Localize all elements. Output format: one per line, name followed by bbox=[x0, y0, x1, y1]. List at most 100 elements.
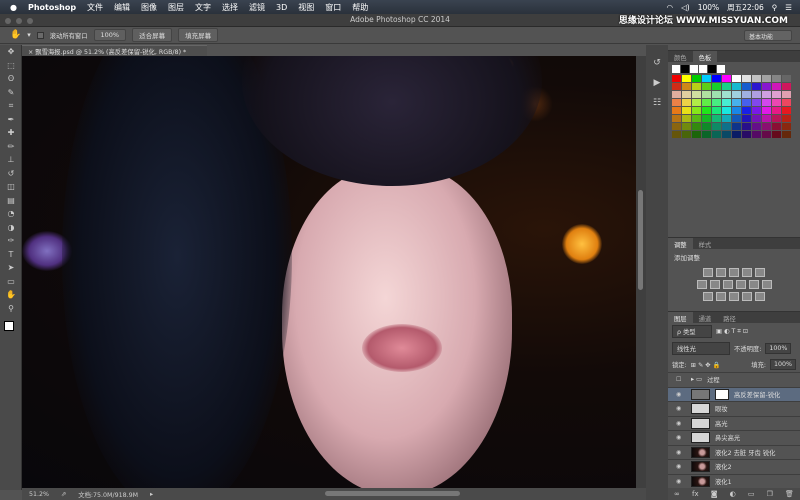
swatch[interactable] bbox=[782, 131, 791, 138]
tab-layers[interactable]: 图层 bbox=[668, 312, 693, 323]
layer-row[interactable]: ◉ 液化2 去脏 牙齿 锐化 bbox=[668, 444, 800, 460]
swatch[interactable] bbox=[702, 75, 711, 82]
swatch[interactable] bbox=[762, 99, 771, 106]
swatch[interactable] bbox=[782, 99, 791, 106]
swatch[interactable] bbox=[772, 115, 781, 122]
menu-layer[interactable]: 图层 bbox=[168, 2, 184, 13]
layer-row[interactable]: ◉ 液化1 bbox=[668, 473, 800, 489]
recent-swatch[interactable] bbox=[717, 65, 725, 73]
move-tool-icon[interactable]: ✥ bbox=[0, 45, 22, 59]
swatch[interactable] bbox=[672, 115, 681, 122]
swatch[interactable] bbox=[722, 123, 731, 130]
menu-filter[interactable]: 滤镜 bbox=[249, 2, 265, 13]
swatch[interactable] bbox=[752, 75, 761, 82]
swatch[interactable] bbox=[712, 115, 721, 122]
swatch[interactable] bbox=[712, 131, 721, 138]
history-brush-tool-icon[interactable]: ↺ bbox=[0, 167, 22, 181]
swatch[interactable] bbox=[772, 75, 781, 82]
swatch-grid[interactable] bbox=[668, 73, 800, 140]
swatch[interactable] bbox=[752, 131, 761, 138]
swatch[interactable] bbox=[722, 83, 731, 90]
visibility-eye-icon[interactable]: ☐ bbox=[676, 376, 686, 383]
swatch[interactable] bbox=[722, 107, 731, 114]
adjustment-icons-row2[interactable] bbox=[668, 280, 800, 289]
swatch[interactable] bbox=[712, 107, 721, 114]
visibility-eye-icon[interactable]: ◉ bbox=[676, 449, 686, 456]
swatch[interactable] bbox=[772, 83, 781, 90]
swatch[interactable] bbox=[772, 107, 781, 114]
lasso-tool-icon[interactable]: ʘ bbox=[0, 72, 22, 86]
menu-edit[interactable]: 编辑 bbox=[114, 2, 130, 13]
tab-channels[interactable]: 通道 bbox=[693, 312, 718, 323]
fx-icon[interactable]: fx bbox=[692, 490, 699, 498]
gradient-tool-icon[interactable]: ▤ bbox=[0, 194, 22, 208]
swatch[interactable] bbox=[672, 83, 681, 90]
swatch[interactable] bbox=[722, 115, 731, 122]
foreground-color-swatch[interactable] bbox=[4, 321, 14, 331]
swatch[interactable] bbox=[692, 107, 701, 114]
swatch[interactable] bbox=[722, 99, 731, 106]
zoom-tool-icon[interactable]: ⚲ bbox=[0, 302, 22, 316]
swatch[interactable] bbox=[732, 91, 741, 98]
swatch[interactable] bbox=[762, 123, 771, 130]
visibility-eye-icon[interactable]: ◉ bbox=[676, 420, 686, 427]
swatch[interactable] bbox=[702, 131, 711, 138]
blur-tool-icon[interactable]: ◔ bbox=[0, 207, 22, 221]
shape-tool-icon[interactable]: ▭ bbox=[0, 275, 22, 289]
folder-icon[interactable]: ▭ bbox=[748, 490, 755, 498]
zoom-level[interactable]: 51.2% bbox=[29, 491, 49, 498]
swatch[interactable] bbox=[772, 99, 781, 106]
recent-swatch[interactable] bbox=[690, 65, 698, 73]
new-layer-icon[interactable]: ❐ bbox=[767, 490, 773, 498]
hand-tool-icon[interactable]: ✋ bbox=[0, 288, 22, 302]
document-tab[interactable]: × 飘雪海报.psd @ 51.2% (高反差保留-锐化, RGB/8) * bbox=[22, 45, 207, 56]
adjustment-icons-row3[interactable] bbox=[668, 292, 800, 301]
tab-adjustments[interactable]: 调整 bbox=[668, 238, 693, 249]
wifi-icon[interactable]: ◠ bbox=[666, 3, 673, 12]
menu-3d[interactable]: 3D bbox=[276, 3, 287, 12]
swatch[interactable] bbox=[672, 131, 681, 138]
zoom-100-button[interactable]: 100% bbox=[93, 29, 127, 41]
swatch[interactable] bbox=[742, 83, 751, 90]
swatch[interactable] bbox=[742, 91, 751, 98]
recent-swatch[interactable] bbox=[699, 65, 707, 73]
swatch[interactable] bbox=[692, 115, 701, 122]
swatch[interactable] bbox=[672, 91, 681, 98]
swatch[interactable] bbox=[762, 115, 771, 122]
swatch[interactable] bbox=[712, 83, 721, 90]
swatch[interactable] bbox=[692, 131, 701, 138]
layer-row[interactable]: ◉ 高反差保留-锐化 bbox=[668, 386, 800, 401]
swatch[interactable] bbox=[682, 123, 691, 130]
layer-row[interactable]: ◉ 液化2 bbox=[668, 459, 800, 474]
trash-icon[interactable]: 🗑 bbox=[785, 490, 794, 498]
swatch[interactable] bbox=[692, 99, 701, 106]
tab-styles[interactable]: 样式 bbox=[693, 238, 718, 249]
swatch[interactable] bbox=[692, 123, 701, 130]
swatch[interactable] bbox=[682, 107, 691, 114]
adjustment-icons-row1[interactable] bbox=[668, 268, 800, 277]
menu-file[interactable]: 文件 bbox=[87, 2, 103, 13]
swatch[interactable] bbox=[782, 91, 791, 98]
recent-swatch[interactable] bbox=[672, 65, 680, 73]
menu-select[interactable]: 选择 bbox=[222, 2, 238, 13]
layer-row[interactable]: ◉ 高光 bbox=[668, 415, 800, 431]
swatch[interactable] bbox=[682, 99, 691, 106]
path-select-tool-icon[interactable]: ➤ bbox=[0, 261, 22, 275]
vertical-scroll-thumb[interactable] bbox=[638, 190, 643, 290]
fit-screen-button[interactable]: 适合屏幕 bbox=[132, 28, 173, 42]
swatch[interactable] bbox=[762, 91, 771, 98]
dodge-tool-icon[interactable]: ◑ bbox=[0, 221, 22, 235]
swatch[interactable] bbox=[692, 91, 701, 98]
layer-row[interactable]: ◉ 眼妆 bbox=[668, 401, 800, 416]
folder-icon[interactable]: ▸ ▭ bbox=[691, 376, 702, 383]
menu-type[interactable]: 文字 bbox=[195, 2, 211, 13]
swatch[interactable] bbox=[702, 83, 711, 90]
swatch[interactable] bbox=[752, 91, 761, 98]
menu-window[interactable]: 窗口 bbox=[325, 2, 341, 13]
swatch[interactable] bbox=[762, 83, 771, 90]
swatch[interactable] bbox=[782, 107, 791, 114]
search-icon[interactable]: ⚲ bbox=[772, 3, 778, 12]
stamp-tool-icon[interactable]: ⊥ bbox=[0, 153, 22, 167]
menu-help[interactable]: 帮助 bbox=[352, 2, 368, 13]
scroll-all-checkbox[interactable] bbox=[36, 31, 44, 39]
